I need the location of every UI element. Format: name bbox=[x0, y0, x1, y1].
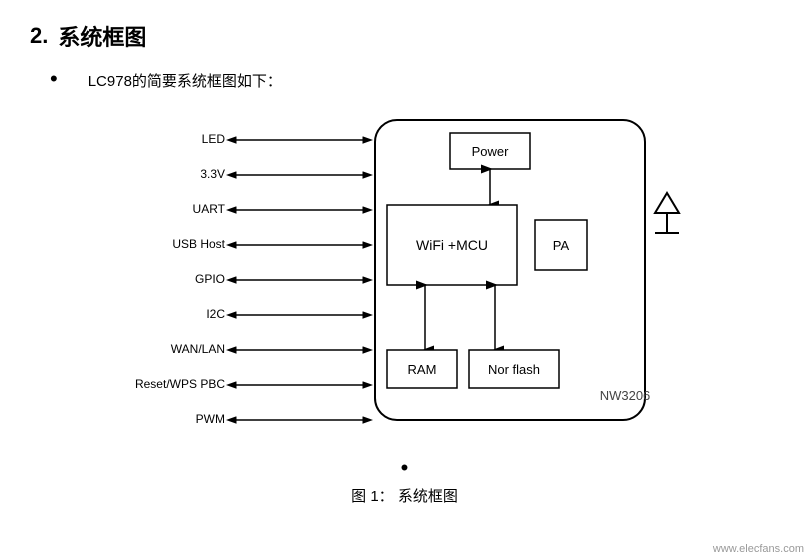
svg-text:Reset/WPS PBC: Reset/WPS PBC bbox=[134, 377, 224, 391]
figure-caption: 图 1： 系统框图 bbox=[30, 485, 779, 506]
bullet-item: • LC978的简要系统框图如下： bbox=[50, 70, 779, 91]
svg-text:Nor flash: Nor flash bbox=[487, 362, 539, 377]
svg-text:UART: UART bbox=[192, 202, 225, 216]
bullet-dot: • bbox=[50, 68, 58, 90]
section-number: 2. bbox=[30, 23, 48, 49]
svg-text:WAN/LAN: WAN/LAN bbox=[170, 342, 224, 356]
power-label: Power bbox=[471, 144, 509, 159]
svg-text:RAM: RAM bbox=[407, 362, 436, 377]
svg-text:PA: PA bbox=[552, 238, 569, 253]
svg-text:Power: Power bbox=[471, 144, 509, 159]
svg-text:NW3206: NW3206 bbox=[599, 388, 650, 403]
bottom-bullet: • bbox=[30, 455, 779, 481]
svg-text:LED: LED bbox=[201, 132, 225, 146]
svg-text:I2C: I2C bbox=[206, 307, 225, 321]
system-block-diagram: Power WiFi +MCU PA RAM Nor flash NW3206 bbox=[115, 105, 695, 445]
svg-text:GPIO: GPIO bbox=[194, 272, 224, 286]
bullet-text: LC978的简要系统框图如下： bbox=[88, 70, 282, 91]
svg-text:PWM: PWM bbox=[195, 412, 224, 426]
section-heading: 2. 系统框图 bbox=[30, 20, 779, 52]
svg-text:3.3V: 3.3V bbox=[200, 167, 225, 181]
svg-text:USB Host: USB Host bbox=[172, 237, 225, 251]
watermark: www.elecfans.com bbox=[713, 543, 804, 555]
section-title: 系统框图 bbox=[58, 20, 146, 52]
svg-text:WiFi +MCU: WiFi +MCU bbox=[416, 237, 488, 253]
diagram-container: Power WiFi +MCU PA RAM Nor flash NW3206 bbox=[30, 105, 779, 445]
